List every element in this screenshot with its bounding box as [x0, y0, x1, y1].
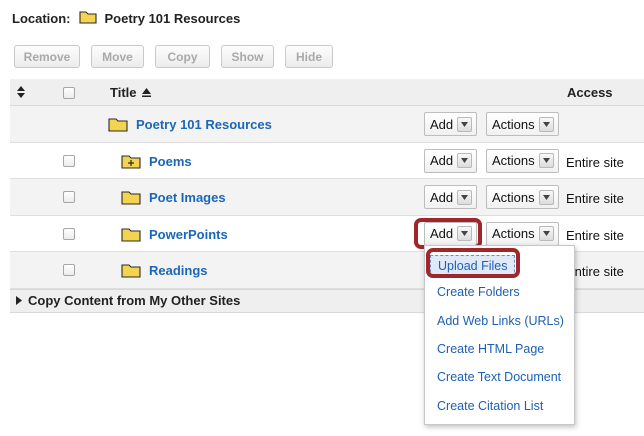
- chevron-down-icon: [538, 226, 554, 241]
- folder-link-poems[interactable]: Poems: [149, 154, 192, 169]
- chevron-down-icon: [457, 189, 473, 205]
- actions-dropdown[interactable]: Actions: [486, 221, 559, 246]
- location-bar: Location: Poetry 101 Resources: [12, 8, 240, 28]
- folder-icon: [108, 116, 128, 132]
- actions-label: Actions: [492, 116, 535, 132]
- chevron-right-icon: [16, 293, 22, 308]
- row-checkbox[interactable]: [63, 191, 75, 203]
- sort-ascending-icon: [141, 85, 151, 100]
- title-column-header[interactable]: Title: [110, 85, 151, 100]
- folder-icon: [121, 226, 141, 242]
- actions-label: Actions: [492, 189, 535, 205]
- add-label: Add: [430, 153, 454, 168]
- location-label: Location:: [12, 10, 71, 26]
- move-button[interactable]: Move: [91, 45, 144, 68]
- menu-item-create-folders[interactable]: Create Folders: [437, 285, 520, 299]
- show-button[interactable]: Show: [221, 45, 274, 68]
- action-toolbar: Remove Move Copy Show Hide: [14, 45, 333, 68]
- folder-link-poet-images[interactable]: Poet Images: [149, 190, 226, 205]
- chevron-down-icon: [457, 116, 473, 132]
- folder-icon: [121, 262, 141, 278]
- add-dropdown[interactable]: Add: [424, 185, 477, 209]
- remove-button[interactable]: Remove: [14, 45, 80, 68]
- access-column-header: Access: [567, 85, 613, 100]
- row-checkbox[interactable]: [63, 154, 75, 167]
- actions-dropdown[interactable]: Actions: [486, 185, 559, 209]
- chevron-down-icon: [538, 153, 554, 168]
- hide-button[interactable]: Hide: [285, 45, 333, 68]
- select-all-checkbox[interactable]: [63, 87, 75, 99]
- copy-content-label: Copy Content from My Other Sites: [28, 293, 241, 308]
- add-label: Add: [430, 189, 454, 205]
- menu-item-create-citation-list[interactable]: Create Citation List: [437, 399, 543, 413]
- copy-button[interactable]: Copy: [155, 45, 210, 68]
- folder-link-powerpoints[interactable]: PowerPoints: [149, 227, 228, 242]
- table-row: Poems Add Actions Entire site: [10, 143, 644, 179]
- menu-item-create-text-document[interactable]: Create Text Document: [437, 370, 561, 384]
- menu-item-create-html-page[interactable]: Create HTML Page: [437, 342, 544, 356]
- folder-icon: [78, 9, 97, 27]
- actions-label: Actions: [492, 153, 535, 168]
- add-dropdown[interactable]: Add: [424, 148, 477, 173]
- actions-dropdown[interactable]: Actions: [486, 148, 559, 173]
- folder-icon: [121, 189, 141, 205]
- upload-highlight-annotation: [426, 248, 520, 278]
- actions-dropdown[interactable]: Actions: [486, 112, 559, 136]
- access-value: Entire site: [566, 191, 624, 206]
- chevron-down-icon: [457, 153, 473, 168]
- table-row: Poet Images Add Actions Entire site: [10, 179, 644, 216]
- table-row: Poetry 101 Resources Add Actions: [10, 106, 644, 143]
- folder-expand-icon[interactable]: [121, 153, 141, 169]
- chevron-down-icon: [538, 189, 554, 205]
- menu-item-add-web-links[interactable]: Add Web Links (URLs): [437, 314, 564, 328]
- add-dropdown[interactable]: Add: [424, 112, 477, 136]
- sort-icon[interactable]: [16, 86, 26, 98]
- chevron-down-icon: [538, 116, 554, 132]
- title-header-label: Title: [110, 85, 137, 100]
- actions-label: Actions: [492, 226, 535, 241]
- row-checkbox[interactable]: [63, 264, 75, 276]
- table-header: Title Access: [10, 79, 644, 106]
- add-label: Add: [430, 116, 454, 132]
- row-checkbox[interactable]: [63, 227, 75, 240]
- location-name: Poetry 101 Resources: [104, 10, 241, 26]
- access-value: Entire site: [566, 154, 624, 170]
- folder-link-poetry-101-resources[interactable]: Poetry 101 Resources: [136, 117, 272, 132]
- access-value: Entire site: [566, 227, 624, 243]
- folder-link-readings[interactable]: Readings: [149, 263, 208, 278]
